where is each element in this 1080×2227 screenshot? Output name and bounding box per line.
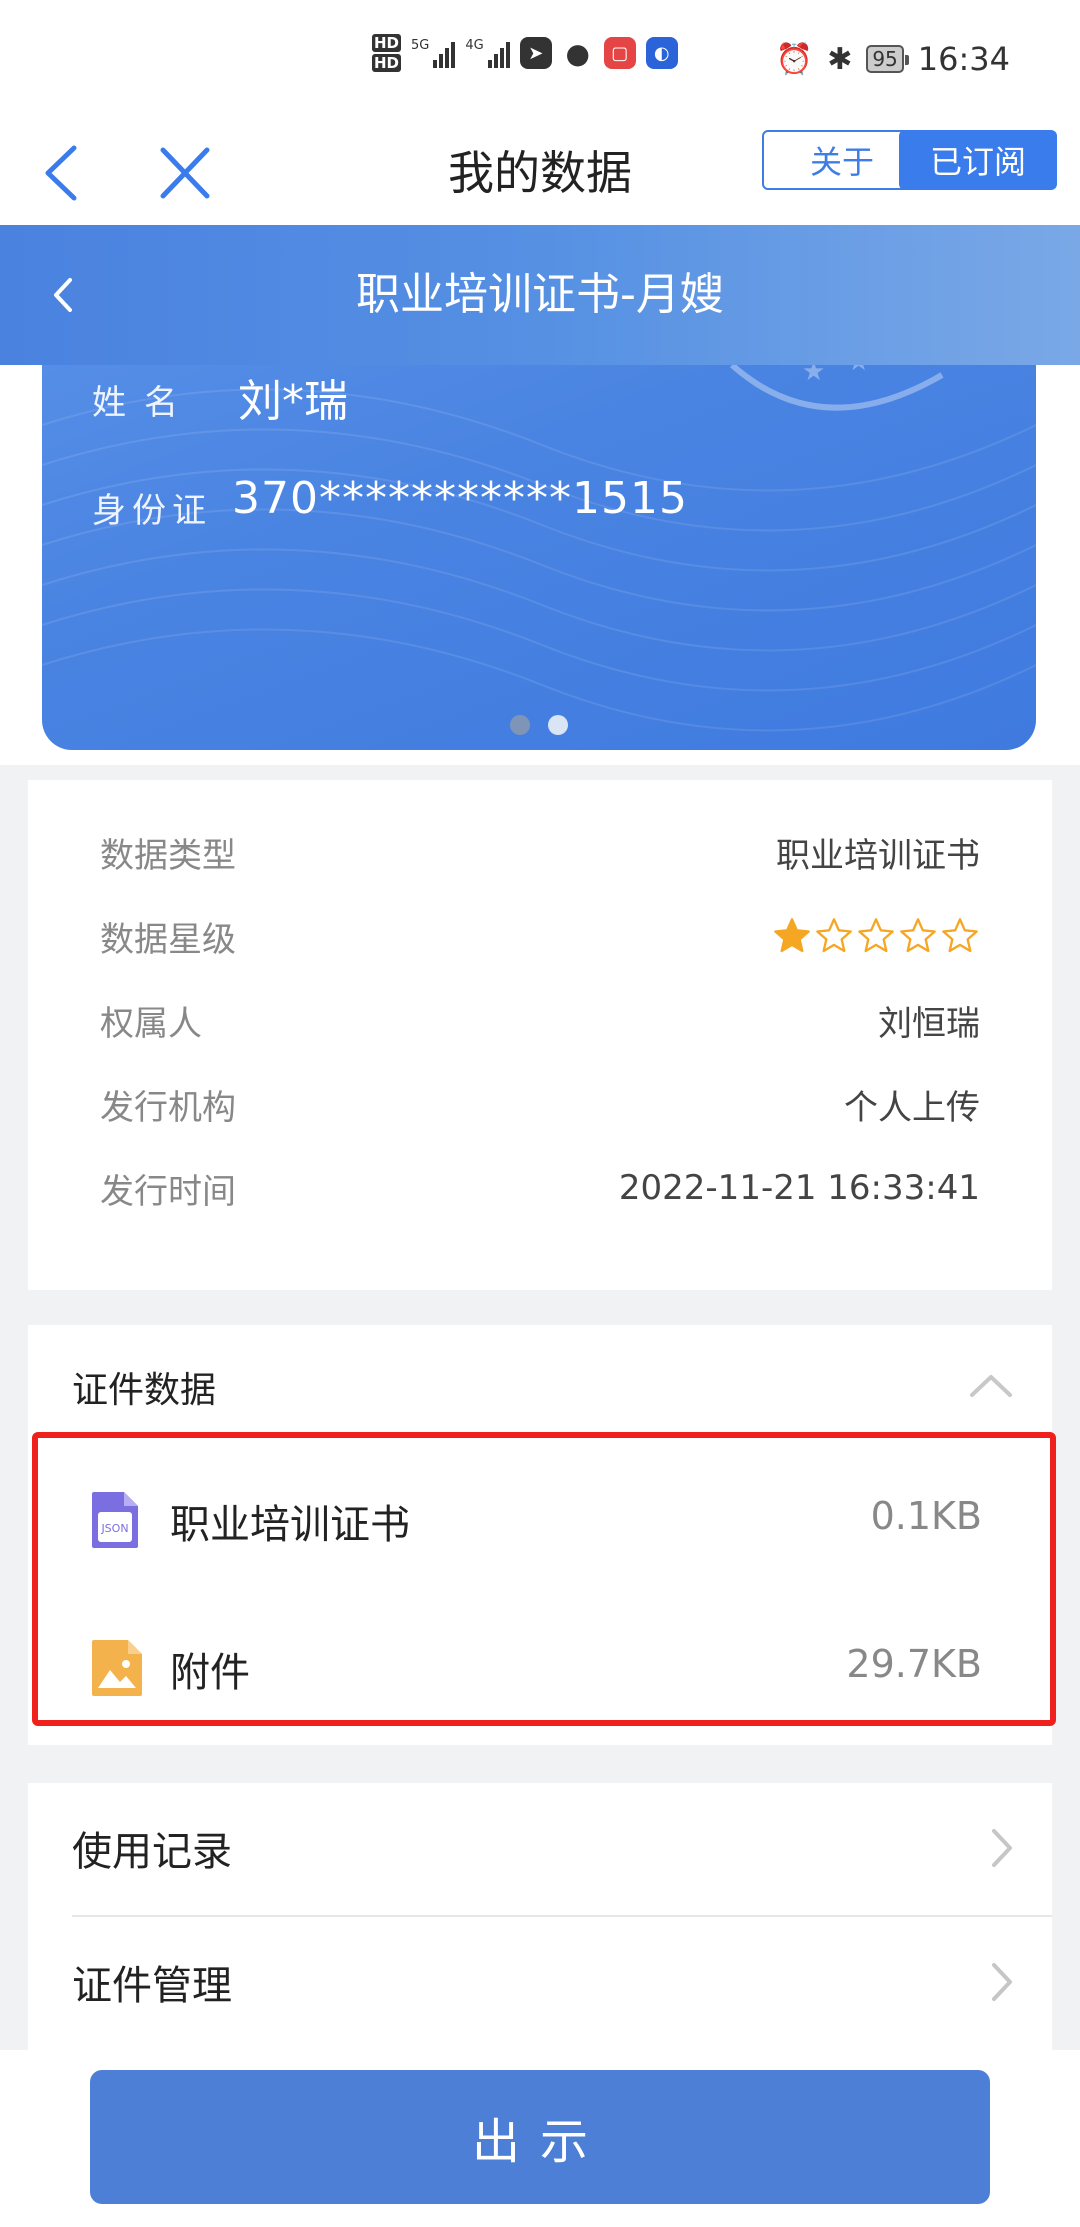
info-row-data-type: 数据类型 职业培训证书	[100, 822, 980, 882]
star-empty-icon	[816, 918, 852, 953]
chat-bubble-icon: ●	[565, 36, 590, 70]
status-icons-right: ⏰ ✱ 95 16:34	[776, 40, 1010, 78]
star-empty-icon	[858, 918, 894, 953]
info-value: 刘恒瑞	[878, 1003, 980, 1044]
status-bar: HD HD 5G 4G ➤ ● ▢ ◐ ⏰ ✱ 95 16:34	[0, 0, 1080, 120]
id-value: 370***********1515	[232, 473, 688, 524]
name-label: 姓名	[92, 383, 196, 423]
info-row-issuer: 发行机构 个人上传	[100, 1074, 980, 1134]
battery-icon: 95	[866, 45, 910, 73]
id-label: 身份证	[92, 491, 212, 531]
cert-management-row[interactable]: 证件管理	[72, 1917, 1016, 2047]
hd-badge: HD	[372, 34, 402, 52]
app-notification-icon: ➤	[519, 37, 552, 69]
usage-record-label: 使用记录	[72, 1829, 232, 1875]
certificate-title: 职业培训证书-月嫂	[356, 269, 724, 320]
about-button[interactable]: 关于	[762, 130, 922, 190]
bottom-bar: 出示	[0, 2050, 1080, 2227]
star-empty-icon	[942, 918, 978, 953]
chevron-left-icon	[54, 278, 72, 312]
clock: 16:34	[917, 40, 1010, 78]
highlight-box	[32, 1432, 1056, 1726]
records-section: 使用记录 证件管理	[28, 1783, 1052, 2053]
info-label: 发行机构	[100, 1087, 236, 1128]
bluetooth-icon: ✱	[827, 41, 853, 77]
bulb-app-icon: ◐	[645, 37, 678, 69]
chevron-up-icon	[970, 1375, 1012, 1397]
info-value: 2022-11-21 16:33:41	[618, 1168, 980, 1208]
chevron-right-icon	[992, 1829, 1012, 1867]
info-value: 个人上传	[844, 1087, 980, 1128]
signal-4g-icon: 4G	[465, 38, 510, 68]
status-icons-left: HD HD 5G 4G ➤ ● ▢ ◐	[372, 34, 678, 72]
sub-header: 职业培训证书-月嫂	[0, 225, 1080, 365]
network-label: 5G	[411, 38, 430, 53]
hd-badge: HD	[372, 54, 402, 72]
info-row-owner: 权属人 刘恒瑞	[100, 990, 980, 1050]
back-button[interactable]	[36, 138, 96, 208]
info-label: 数据类型	[100, 835, 236, 876]
cert-data-title: 证件数据	[72, 1370, 217, 1411]
signal-5g-icon: 5G	[411, 38, 456, 68]
close-button[interactable]	[155, 138, 215, 208]
info-label: 发行时间	[100, 1171, 236, 1212]
star-empty-icon	[900, 918, 936, 953]
usage-record-row[interactable]: 使用记录	[72, 1783, 1016, 1913]
chevron-right-icon	[992, 1963, 1012, 2001]
info-row-issue-time: 发行时间 2022-11-21 16:33:41	[100, 1158, 980, 1218]
star-filled-icon	[774, 918, 810, 953]
cert-management-label: 证件管理	[72, 1963, 232, 2009]
nav-bar: 我的数据 关于 已订阅	[0, 120, 1080, 225]
book-app-icon: ▢	[603, 37, 636, 69]
info-row-star-level: 数据星级	[100, 906, 980, 966]
subscribed-button[interactable]: 已订阅	[899, 130, 1057, 190]
name-value: 刘*瑞	[238, 376, 348, 427]
sub-back-button[interactable]	[44, 270, 84, 320]
show-button[interactable]: 出示	[90, 2070, 990, 2204]
info-value: 职业培训证书	[776, 835, 980, 876]
close-icon	[160, 147, 210, 199]
carousel-dot-active[interactable]	[548, 715, 568, 735]
hd-indicator: HD HD	[372, 34, 402, 72]
collapse-button[interactable]	[966, 1365, 1016, 1405]
back-arrow-icon	[45, 145, 77, 201]
network-label: 4G	[465, 38, 484, 53]
carousel-dot[interactable]	[510, 715, 530, 735]
alarm-icon: ⏰	[775, 41, 814, 77]
info-label: 权属人	[100, 1003, 202, 1044]
star-rating	[772, 916, 980, 956]
carousel-dots	[510, 715, 568, 735]
info-section: 数据类型 职业培训证书 数据星级 权属人 刘恒瑞 发行机构 个人上传 发行时间 …	[28, 780, 1052, 1290]
info-label: 数据星级	[100, 919, 236, 960]
